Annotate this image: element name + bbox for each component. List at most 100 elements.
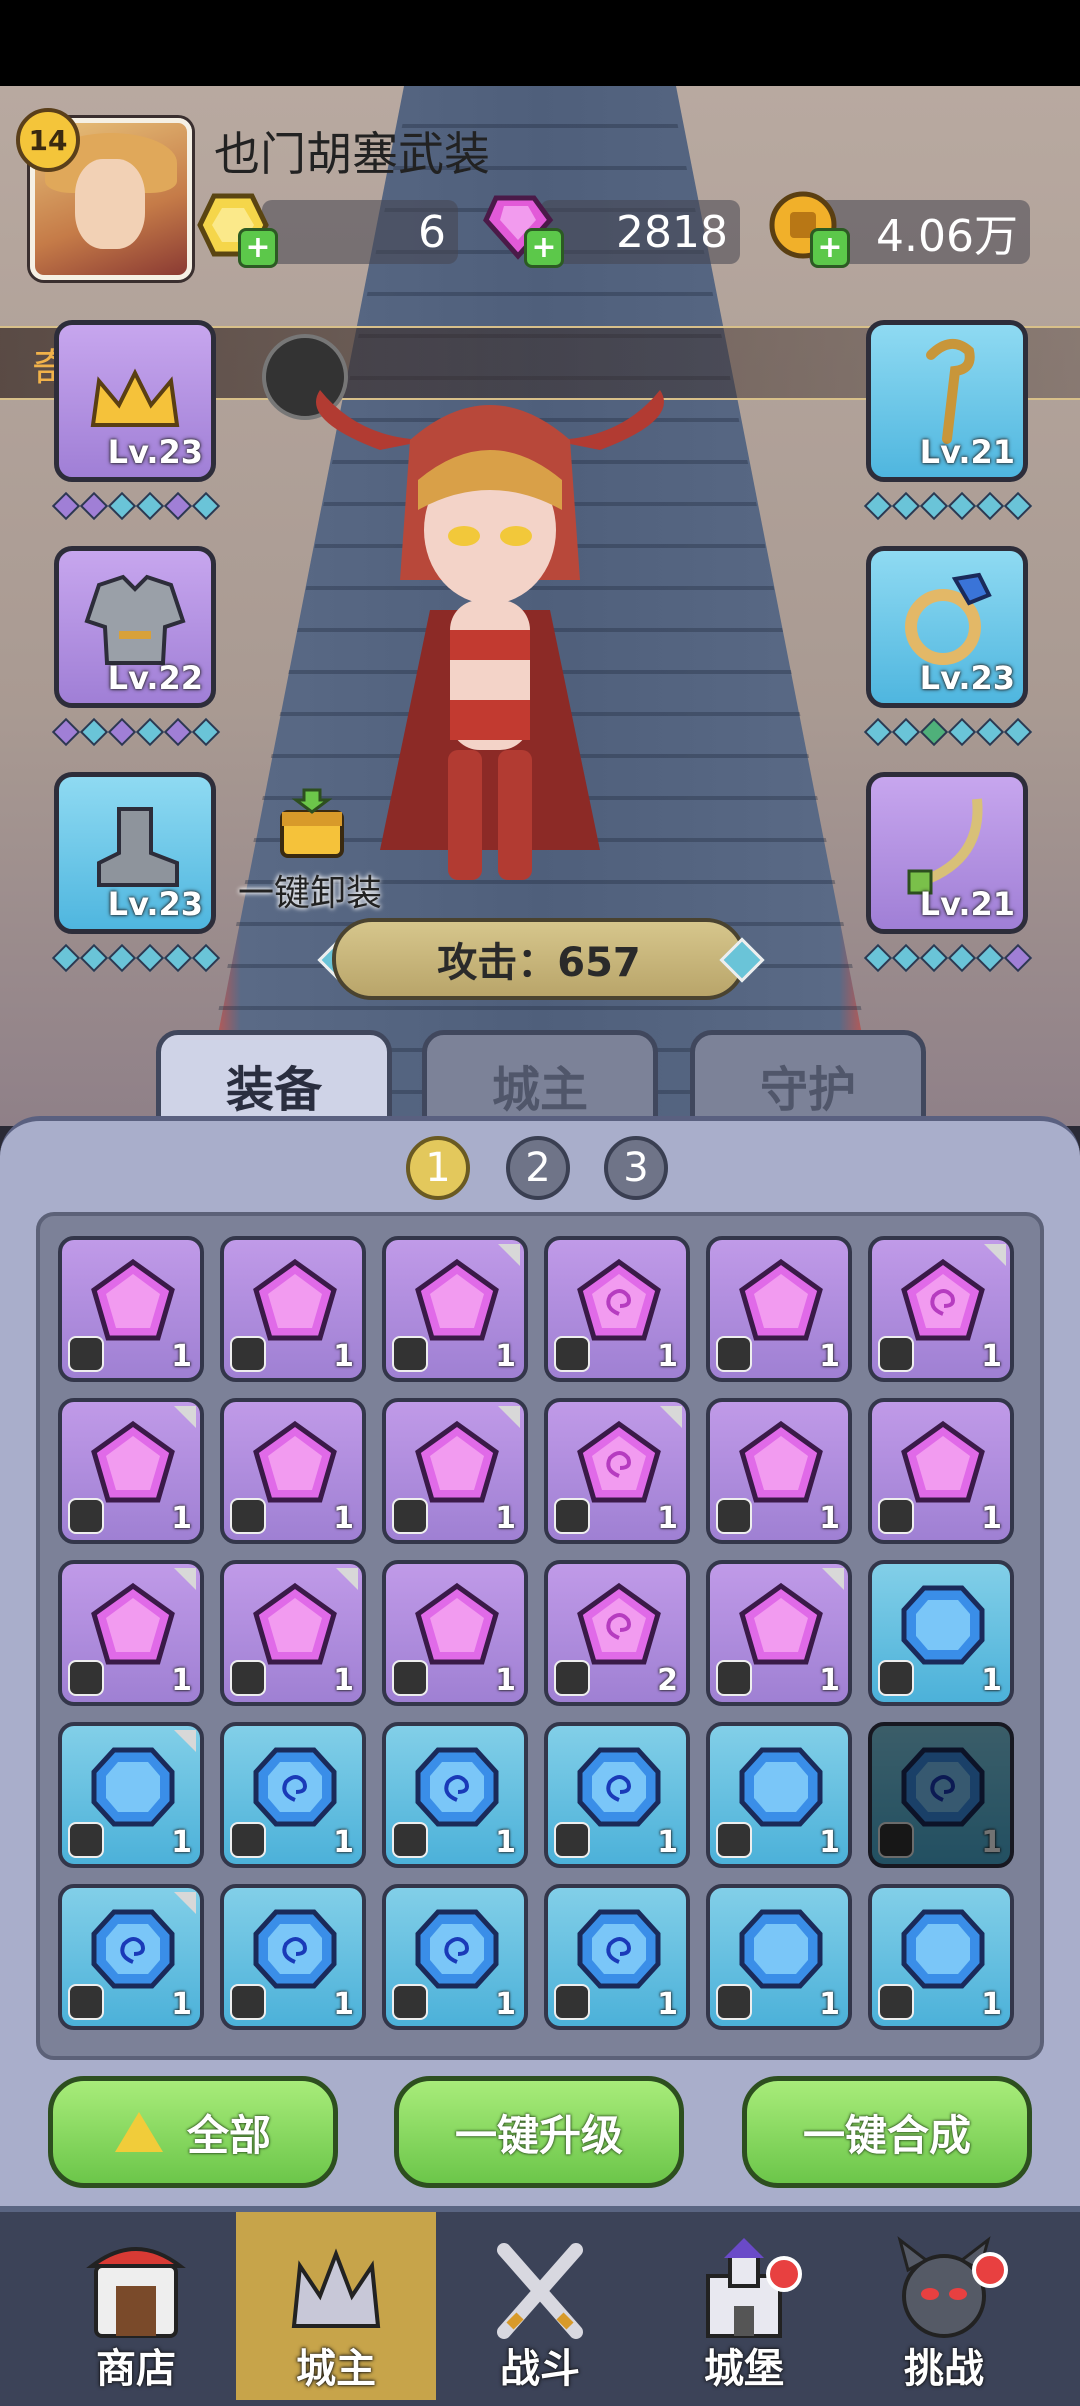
purple-gem-icon bbox=[91, 1258, 175, 1341]
nav-battle[interactable]: 战斗 bbox=[440, 2212, 640, 2400]
inventory-slot[interactable]: 1 bbox=[220, 1884, 366, 2030]
inventory-slot[interactable]: 1 bbox=[382, 1884, 528, 2030]
inventory-slot[interactable]: 1 bbox=[544, 1884, 690, 2030]
purple-gem-icon bbox=[253, 1258, 337, 1341]
inventory-grid: 1 1 1 1 1 1 1 1 1 1 1 1 1 1 1 2 1 1 1 1 1 1 1 1 1 1 1 1 1 1 bbox=[36, 1212, 1044, 2060]
inventory-slot[interactable]: 1 bbox=[544, 1398, 690, 1544]
add-gold-coin-button[interactable]: + bbox=[810, 228, 850, 268]
player-level-badge: 14 bbox=[16, 108, 80, 172]
item-count: 1 bbox=[333, 1825, 354, 1860]
armor-slot-icon bbox=[716, 1336, 752, 1372]
blue-gem-icon bbox=[739, 1747, 823, 1827]
hero-character[interactable] bbox=[300, 380, 680, 900]
inventory-slot[interactable]: 1 bbox=[868, 1236, 1014, 1382]
staff-slot-icon bbox=[230, 1984, 266, 2020]
page-3-button[interactable]: 3 bbox=[604, 1136, 668, 1200]
boot-slot-icon bbox=[392, 1498, 428, 1534]
inventory-slot[interactable]: 1 bbox=[868, 1722, 1014, 1868]
nav-castle[interactable]: 城堡 bbox=[644, 2212, 844, 2400]
avatar-face bbox=[75, 159, 145, 249]
inventory-slot[interactable]: 1 bbox=[706, 1236, 852, 1382]
equip-slot-crown[interactable]: Lv.23 bbox=[54, 320, 216, 482]
inventory-slot[interactable]: 1 bbox=[868, 1884, 1014, 2030]
status-bar bbox=[0, 0, 1080, 86]
inventory-slot[interactable]: 1 bbox=[706, 1560, 852, 1706]
nav-castle-label: 城堡 bbox=[704, 2346, 784, 2392]
inventory-slot[interactable]: 1 bbox=[706, 1884, 852, 2030]
purple-gem-icon bbox=[739, 1582, 823, 1665]
equip-level: Lv.23 bbox=[107, 885, 203, 923]
inventory-slot[interactable]: 1 bbox=[382, 1560, 528, 1706]
inventory-slot[interactable]: 1 bbox=[382, 1236, 528, 1382]
equip-slot-staff[interactable]: Lv.21 bbox=[866, 320, 1028, 482]
add-pink-gem-button[interactable]: + bbox=[524, 228, 564, 268]
triangle-icon bbox=[114, 2112, 163, 2152]
inventory-slot[interactable]: 2 bbox=[544, 1560, 690, 1706]
blue-gem-icon bbox=[901, 1909, 985, 1989]
item-count: 1 bbox=[819, 1825, 840, 1860]
page-2-button[interactable]: 2 bbox=[506, 1136, 570, 1200]
crown-slot-icon bbox=[68, 1822, 104, 1858]
inventory-slot[interactable]: 1 bbox=[868, 1560, 1014, 1706]
item-count: 1 bbox=[657, 1987, 678, 2022]
inventory-slot[interactable]: 1 bbox=[868, 1398, 1014, 1544]
inventory-slot[interactable]: 1 bbox=[382, 1398, 528, 1544]
nav-lord[interactable]: 城主 bbox=[236, 2212, 436, 2400]
equip-level: Lv.22 bbox=[107, 659, 203, 697]
inventory-slot[interactable]: 1 bbox=[58, 1560, 204, 1706]
purple-gem-icon bbox=[739, 1420, 823, 1503]
inventory-slot[interactable]: 1 bbox=[544, 1236, 690, 1382]
item-count: 1 bbox=[819, 1663, 840, 1698]
inventory-slot[interactable]: 1 bbox=[544, 1722, 690, 1868]
inventory-slot[interactable]: 1 bbox=[706, 1398, 852, 1544]
equip-slot-armor[interactable]: Lv.22 bbox=[54, 546, 216, 708]
inventory-slot[interactable]: 1 bbox=[58, 1884, 204, 2030]
corner-marker-icon bbox=[174, 1730, 196, 1752]
inventory-slot[interactable]: 1 bbox=[706, 1722, 852, 1868]
item-count: 1 bbox=[495, 1663, 516, 1698]
upgrade-all-button[interactable]: 一键升级 bbox=[394, 2076, 684, 2188]
crown-slot-icon bbox=[230, 1822, 266, 1858]
blue-gem-icon bbox=[253, 1747, 337, 1827]
blue-gem-icon bbox=[577, 1909, 661, 1989]
equip-slot-ring[interactable]: Lv.23 bbox=[866, 546, 1028, 708]
necklace-icon bbox=[907, 798, 983, 895]
equip-level: Lv.23 bbox=[919, 659, 1015, 697]
synthesize-all-button[interactable]: 一键合成 bbox=[742, 2076, 1032, 2188]
equip-slot-boot[interactable]: Lv.23 bbox=[54, 772, 216, 934]
blue-gem-icon bbox=[901, 1747, 985, 1827]
chest-icon[interactable] bbox=[274, 786, 350, 862]
item-count: 1 bbox=[495, 1825, 516, 1860]
item-count: 1 bbox=[981, 1663, 1002, 1698]
blue-gem-icon bbox=[415, 1909, 499, 1989]
boot-icon bbox=[97, 807, 179, 887]
socket-gems bbox=[863, 491, 1033, 521]
inventory-slot[interactable]: 1 bbox=[220, 1560, 366, 1706]
nav-challenge-label: 挑战 bbox=[904, 2346, 984, 2392]
staff-slot-icon bbox=[392, 1984, 428, 2020]
crown-slot-icon bbox=[68, 1336, 104, 1372]
staff-slot-icon bbox=[878, 1498, 914, 1534]
demon-icon bbox=[897, 2236, 991, 2338]
boot-slot-icon bbox=[68, 1984, 104, 2020]
inventory-slot[interactable]: 1 bbox=[58, 1236, 204, 1382]
armor-slot-icon bbox=[554, 1336, 590, 1372]
blue-gem-icon bbox=[415, 1747, 499, 1827]
equip-slot-necklace[interactable]: Lv.21 bbox=[866, 772, 1028, 934]
player-name: 也门胡塞武装 bbox=[214, 127, 490, 181]
inventory-slot[interactable]: 1 bbox=[220, 1236, 366, 1382]
nav-shop[interactable]: 商店 bbox=[36, 2212, 236, 2400]
inventory-slot[interactable]: 1 bbox=[58, 1722, 204, 1868]
pink-gem-counter: 2818 bbox=[540, 200, 740, 264]
inventory-slot[interactable]: 1 bbox=[220, 1722, 366, 1868]
filter-all-button[interactable]: 全部 bbox=[48, 2076, 338, 2188]
inventory-slot[interactable]: 1 bbox=[382, 1722, 528, 1868]
page-1-button[interactable]: 1 bbox=[406, 1136, 470, 1200]
corner-marker-icon bbox=[822, 1568, 844, 1590]
inventory-slot[interactable]: 1 bbox=[58, 1398, 204, 1544]
nav-challenge[interactable]: 挑战 bbox=[844, 2212, 1044, 2400]
inventory-slot[interactable]: 1 bbox=[220, 1398, 366, 1544]
staff-slot-icon bbox=[716, 1498, 752, 1534]
unequip-all-button[interactable]: 一键卸装 bbox=[230, 864, 390, 916]
add-gold-bar-button[interactable]: + bbox=[238, 228, 278, 268]
